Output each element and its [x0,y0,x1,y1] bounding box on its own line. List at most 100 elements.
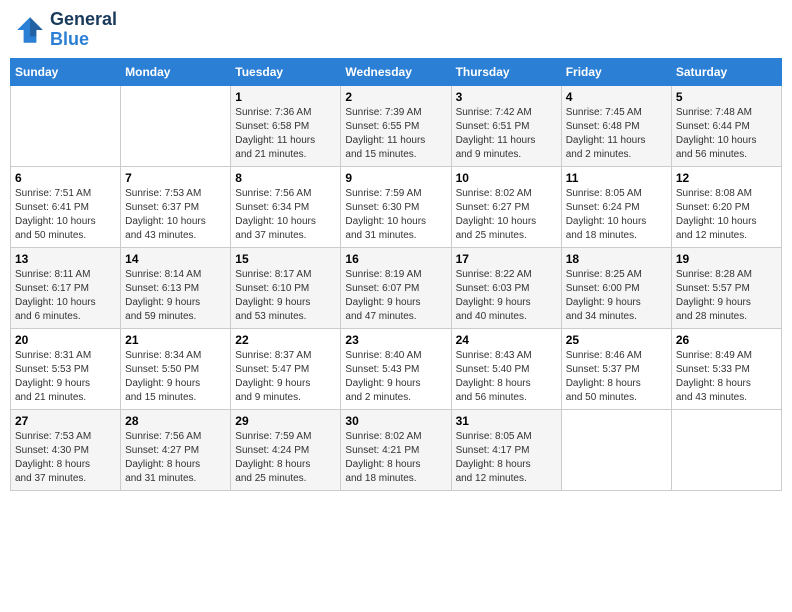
calendar-cell: 13 Sunrise: 8:11 AM Sunset: 6:17 PM Dayli… [11,247,121,328]
calendar-week-2: 6 Sunrise: 7:51 AM Sunset: 6:41 PM Daylig… [11,166,782,247]
calendar-cell: 1Sunrise: 7:36 AM Sunset: 6:58 PM Daylig… [231,85,341,166]
day-info: Sunrise: 7:48 AM Sunset: 6:44 PM Dayligh… [676,106,777,162]
day-number: 29 [235,414,336,428]
calendar-cell: 5 Sunrise: 7:48 AM Sunset: 6:44 PM Daylig… [671,85,781,166]
day-info: Sunrise: 8:46 AM Sunset: 5:37 PM Dayligh… [566,349,667,405]
calendar-cell: 15 Sunrise: 8:17 AM Sunset: 6:10 PM Dayli… [231,247,341,328]
day-number: 18 [566,252,667,266]
calendar-cell: 7Sunrise: 7:53 AM Sunset: 6:37 PM Daylig… [121,166,231,247]
logo-icon [14,14,46,46]
calendar-cell: 27 Sunrise: 7:53 AM Sunset: 4:30 PM Dayli… [11,409,121,490]
day-info: Sunrise: 8:37 AM Sunset: 5:47 PM Dayligh… [235,349,336,405]
calendar-cell: 21 Sunrise: 8:34 AM Sunset: 5:50 PM Dayli… [121,328,231,409]
day-info: Sunrise: 8:02 AM Sunset: 4:21 PM Dayligh… [345,430,446,486]
day-info: Sunrise: 8:02 AM Sunset: 6:27 PM Dayligh… [456,187,557,243]
day-info: Sunrise: 8:28 AM Sunset: 5:57 PM Dayligh… [676,268,777,324]
day-info: Sunrise: 8:31 AM Sunset: 5:53 PM Dayligh… [15,349,116,405]
day-info: Sunrise: 8:40 AM Sunset: 5:43 PM Dayligh… [345,349,446,405]
day-number: 30 [345,414,446,428]
day-number: 22 [235,333,336,347]
day-info: Sunrise: 7:45 AM Sunset: 6:48 PM Dayligh… [566,106,667,162]
day-number: 17 [456,252,557,266]
day-number: 25 [566,333,667,347]
day-header-friday: Friday [561,58,671,85]
day-number: 11 [566,171,667,185]
calendar-header-row: SundayMondayTuesdayWednesdayThursdayFrid… [11,58,782,85]
day-number: 27 [15,414,116,428]
calendar-week-1: 1Sunrise: 7:36 AM Sunset: 6:58 PM Daylig… [11,85,782,166]
day-info: Sunrise: 7:56 AM Sunset: 4:27 PM Dayligh… [125,430,226,486]
day-number: 3 [456,90,557,104]
day-info: Sunrise: 8:17 AM Sunset: 6:10 PM Dayligh… [235,268,336,324]
day-info: Sunrise: 7:59 AM Sunset: 4:24 PM Dayligh… [235,430,336,486]
calendar-cell: 3 Sunrise: 7:42 AM Sunset: 6:51 PM Daylig… [451,85,561,166]
day-number: 14 [125,252,226,266]
day-info: Sunrise: 8:25 AM Sunset: 6:00 PM Dayligh… [566,268,667,324]
calendar-cell: 29 Sunrise: 7:59 AM Sunset: 4:24 PM Dayli… [231,409,341,490]
calendar-cell: 31 Sunrise: 8:05 AM Sunset: 4:17 PM Dayli… [451,409,561,490]
day-number: 20 [15,333,116,347]
day-number: 15 [235,252,336,266]
day-number: 19 [676,252,777,266]
calendar-cell: 16 Sunrise: 8:19 AM Sunset: 6:07 PM Dayli… [341,247,451,328]
day-number: 28 [125,414,226,428]
day-info: Sunrise: 7:59 AM Sunset: 6:30 PM Dayligh… [345,187,446,243]
day-number: 2 [345,90,446,104]
day-number: 24 [456,333,557,347]
calendar-week-5: 27 Sunrise: 7:53 AM Sunset: 4:30 PM Dayli… [11,409,782,490]
day-info: Sunrise: 7:56 AM Sunset: 6:34 PM Dayligh… [235,187,336,243]
calendar-cell: 4 Sunrise: 7:45 AM Sunset: 6:48 PM Daylig… [561,85,671,166]
day-info: Sunrise: 7:42 AM Sunset: 6:51 PM Dayligh… [456,106,557,162]
calendar-cell: 9 Sunrise: 7:59 AM Sunset: 6:30 PM Daylig… [341,166,451,247]
day-header-sunday: Sunday [11,58,121,85]
day-info: Sunrise: 8:34 AM Sunset: 5:50 PM Dayligh… [125,349,226,405]
day-header-saturday: Saturday [671,58,781,85]
calendar-week-4: 20 Sunrise: 8:31 AM Sunset: 5:53 PM Dayli… [11,328,782,409]
day-number: 21 [125,333,226,347]
day-number: 10 [456,171,557,185]
page-header: General Blue [10,10,782,50]
day-info: Sunrise: 7:51 AM Sunset: 6:41 PM Dayligh… [15,187,116,243]
day-info: Sunrise: 7:53 AM Sunset: 4:30 PM Dayligh… [15,430,116,486]
day-number: 6 [15,171,116,185]
day-info: Sunrise: 8:11 AM Sunset: 6:17 PM Dayligh… [15,268,116,324]
calendar-cell: 25 Sunrise: 8:46 AM Sunset: 5:37 PM Dayli… [561,328,671,409]
day-number: 26 [676,333,777,347]
day-info: Sunrise: 8:05 AM Sunset: 6:24 PM Dayligh… [566,187,667,243]
day-number: 5 [676,90,777,104]
day-info: Sunrise: 8:49 AM Sunset: 5:33 PM Dayligh… [676,349,777,405]
calendar-cell: 12Sunrise: 8:08 AM Sunset: 6:20 PM Dayli… [671,166,781,247]
day-info: Sunrise: 8:22 AM Sunset: 6:03 PM Dayligh… [456,268,557,324]
day-info: Sunrise: 8:19 AM Sunset: 6:07 PM Dayligh… [345,268,446,324]
day-number: 8 [235,171,336,185]
day-number: 9 [345,171,446,185]
day-number: 7 [125,171,226,185]
calendar-cell: 22 Sunrise: 8:37 AM Sunset: 5:47 PM Dayli… [231,328,341,409]
calendar-cell [561,409,671,490]
calendar-cell: 11 Sunrise: 8:05 AM Sunset: 6:24 PM Dayli… [561,166,671,247]
calendar-cell [121,85,231,166]
day-info: Sunrise: 7:39 AM Sunset: 6:55 PM Dayligh… [345,106,446,162]
day-info: Sunrise: 8:14 AM Sunset: 6:13 PM Dayligh… [125,268,226,324]
day-info: Sunrise: 8:05 AM Sunset: 4:17 PM Dayligh… [456,430,557,486]
calendar-cell: 8 Sunrise: 7:56 AM Sunset: 6:34 PM Daylig… [231,166,341,247]
day-number: 12 [676,171,777,185]
day-header-tuesday: Tuesday [231,58,341,85]
day-number: 31 [456,414,557,428]
calendar-cell: 23Sunrise: 8:40 AM Sunset: 5:43 PM Dayli… [341,328,451,409]
calendar-week-3: 13 Sunrise: 8:11 AM Sunset: 6:17 PM Dayli… [11,247,782,328]
day-info: Sunrise: 8:43 AM Sunset: 5:40 PM Dayligh… [456,349,557,405]
calendar-cell: 2 Sunrise: 7:39 AM Sunset: 6:55 PM Daylig… [341,85,451,166]
calendar-table: SundayMondayTuesdayWednesdayThursdayFrid… [10,58,782,491]
day-number: 16 [345,252,446,266]
day-header-thursday: Thursday [451,58,561,85]
day-number: 4 [566,90,667,104]
calendar-cell: 26 Sunrise: 8:49 AM Sunset: 5:33 PM Dayli… [671,328,781,409]
day-number: 1 [235,90,336,104]
calendar-cell: 24 Sunrise: 8:43 AM Sunset: 5:40 PM Dayli… [451,328,561,409]
day-number: 13 [15,252,116,266]
calendar-cell: 17 Sunrise: 8:22 AM Sunset: 6:03 PM Dayli… [451,247,561,328]
calendar-cell: 14 Sunrise: 8:14 AM Sunset: 6:13 PM Dayli… [121,247,231,328]
logo-text: General Blue [50,10,117,50]
calendar-cell: 20 Sunrise: 8:31 AM Sunset: 5:53 PM Dayli… [11,328,121,409]
